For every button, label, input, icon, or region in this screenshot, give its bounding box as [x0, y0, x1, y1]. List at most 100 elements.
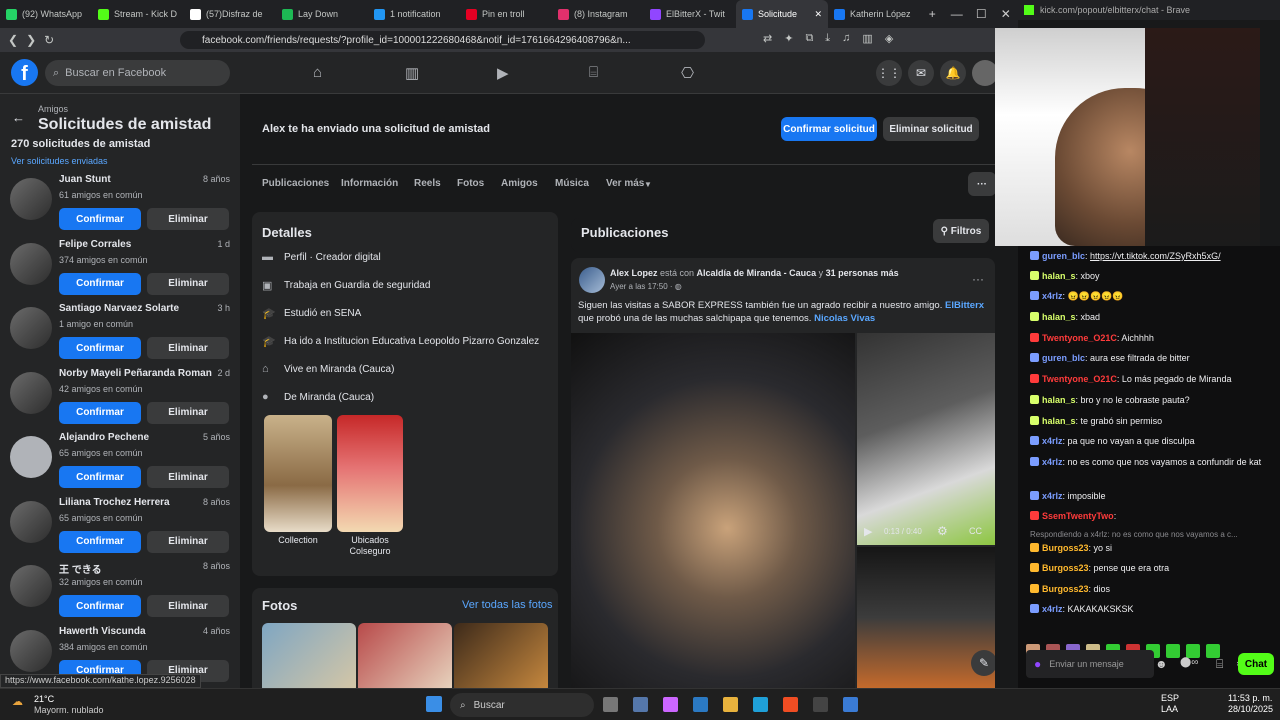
play-icon[interactable]: ▶	[864, 525, 872, 538]
photo-thumbnail[interactable]	[454, 623, 548, 688]
chat-username[interactable]: Burgoss23	[1042, 584, 1089, 594]
edit-icon[interactable]: ✎	[971, 650, 995, 676]
delete-button[interactable]: Eliminar	[147, 530, 229, 553]
explorer-icon[interactable]	[723, 697, 738, 712]
back-arrow-icon[interactable]: ←	[12, 110, 25, 125]
chat-username[interactable]: halan_s	[1042, 416, 1076, 426]
mutual-friends[interactable]: 42 amigos en común	[59, 384, 143, 394]
notifications-icon[interactable]: 🔔	[940, 60, 966, 86]
url-field[interactable]: facebook.com/friends/requests/?profile_i…	[180, 31, 705, 49]
puzzle-icon[interactable]: ⧉	[805, 32, 813, 45]
minimize-icon[interactable]: —	[945, 7, 970, 21]
points-icon[interactable]: ⬤∞	[1180, 657, 1198, 668]
confirm-request-button[interactable]: Confirmar solicitud	[781, 117, 877, 141]
chat-username[interactable]: halan_s	[1042, 271, 1076, 281]
chat-username[interactable]: guren_blc	[1042, 251, 1085, 261]
edge-icon[interactable]	[753, 697, 768, 712]
app-icon[interactable]	[843, 697, 858, 712]
featured-colseguro-image[interactable]	[337, 415, 403, 532]
close-icon[interactable]: ✕	[994, 7, 1019, 21]
sidebar-icon[interactable]: ▥	[862, 32, 872, 45]
captions-icon[interactable]: CC	[969, 526, 982, 536]
profile-tab[interactable]: Música	[555, 178, 589, 189]
browser-tab[interactable]: Lay Down	[276, 0, 368, 28]
settings-icon[interactable]: ⚙	[937, 524, 948, 538]
avatar[interactable]	[10, 307, 52, 349]
app-icon[interactable]	[633, 697, 648, 712]
chat-input[interactable]: ● Enviar un mensaje	[1026, 650, 1154, 678]
emote-icon[interactable]	[1186, 644, 1200, 658]
profile-tab[interactable]: Reels	[414, 178, 441, 189]
confirm-button[interactable]: Confirmar	[59, 401, 141, 424]
chat-username[interactable]: Burgoss23	[1042, 563, 1089, 573]
store-icon[interactable]: ⌸	[1216, 657, 1223, 672]
mutual-friends[interactable]: 65 amigos en común	[59, 513, 143, 523]
facebook-logo[interactable]: f	[11, 59, 38, 86]
video-icon[interactable]: ▶	[497, 64, 509, 82]
mutual-friends[interactable]: 1 amigo en común	[59, 319, 133, 329]
avatar[interactable]	[10, 371, 52, 414]
maximize-icon[interactable]: ☐	[969, 7, 994, 21]
request-name[interactable]: 王 できる	[59, 561, 102, 576]
task-view-icon[interactable]	[603, 697, 618, 712]
post-tag[interactable]: Nicolas Vivas	[814, 313, 875, 324]
browser-tab[interactable]: (57)Disfraz de	[184, 0, 276, 28]
post-place[interactable]: Alcaldía de Miranda - Cauca	[697, 268, 817, 278]
post-author-avatar[interactable]	[579, 267, 605, 293]
chat-username[interactable]: Burgoss23	[1042, 543, 1089, 553]
extension-icon[interactable]: ✦	[784, 32, 793, 45]
browser-tab[interactable]: (8) Instagram	[552, 0, 644, 28]
post-others[interactable]: 31 personas más	[826, 268, 899, 278]
post-author[interactable]: Alex Lopez	[610, 268, 658, 278]
more-options-button[interactable]: ···	[968, 172, 995, 196]
browser-tab[interactable]: Stream - Kick D	[92, 0, 184, 28]
request-name[interactable]: Hawerth Viscunda	[59, 626, 146, 637]
reload-icon[interactable]: ↻	[44, 33, 54, 47]
confirm-button[interactable]: Confirmar	[59, 272, 141, 295]
profile-tab[interactable]: Amigos	[501, 178, 538, 189]
browser-tab[interactable]: Pin en troll	[460, 0, 552, 28]
delete-button[interactable]: Eliminar	[147, 466, 229, 488]
chat-username[interactable]: halan_s	[1042, 395, 1076, 405]
request-name[interactable]: Liliana Trochez Herrera	[59, 497, 170, 508]
post-tag[interactable]: ElBitterx	[945, 300, 984, 311]
music-icon[interactable]: ♫	[842, 32, 850, 45]
request-name[interactable]: Felipe Corrales	[59, 239, 131, 250]
back-icon[interactable]: ❮	[8, 33, 18, 47]
avatar[interactable]	[10, 629, 52, 672]
request-name[interactable]: Alejandro Pechene	[59, 432, 149, 443]
mutual-friends[interactable]: 65 amigos en común	[59, 448, 143, 458]
download-icon[interactable]: ⤓	[825, 32, 830, 45]
photo-thumbnail[interactable]	[358, 623, 452, 688]
brave-icon[interactable]	[783, 697, 798, 712]
delete-button[interactable]: Eliminar	[147, 208, 229, 230]
delete-request-button[interactable]: Eliminar solicitud	[883, 117, 979, 141]
delete-button[interactable]: Eliminar	[147, 337, 229, 359]
chat-username[interactable]: x4rlz	[1042, 291, 1063, 301]
browser-tab[interactable]: 1 notification	[368, 0, 460, 28]
browser-tab[interactable]: Katherin López	[828, 0, 920, 28]
new-tab-button[interactable]: +	[920, 7, 945, 21]
marketplace-icon[interactable]: ⌸	[589, 64, 598, 81]
wallet-icon[interactable]: ◈	[885, 32, 893, 45]
sent-requests-link[interactable]: Ver solicitudes enviadas	[11, 156, 108, 166]
menu-grid-icon[interactable]: ⋮⋮	[876, 60, 902, 86]
messenger-icon[interactable]: ✉	[908, 60, 934, 86]
emote-icon[interactable]	[1206, 644, 1220, 658]
emoji-icon[interactable]: ☻	[1155, 657, 1168, 671]
request-name[interactable]: Santiago Narvaez Solarte	[59, 303, 179, 314]
mutual-friends[interactable]: 32 amigos en común	[59, 577, 143, 587]
language[interactable]: ESP	[1161, 693, 1179, 703]
chat-username[interactable]: x4rlz	[1042, 491, 1063, 501]
avatar[interactable]	[10, 436, 52, 478]
confirm-button[interactable]: Confirmar	[59, 208, 141, 230]
close-tab-icon[interactable]: ✕	[814, 9, 822, 20]
mutual-friends[interactable]: 384 amigos en común	[59, 642, 148, 652]
chat-username[interactable]: Twentyone_O21C	[1042, 374, 1117, 384]
translate-icon[interactable]: ⇄	[763, 32, 772, 45]
chat-username[interactable]: x4rlz	[1042, 457, 1063, 467]
forward-icon[interactable]: ❯	[26, 33, 36, 47]
mic-icon[interactable]: ●	[1034, 657, 1041, 671]
chat-username[interactable]: guren_blc	[1042, 353, 1085, 363]
confirm-button[interactable]: Confirmar	[59, 337, 141, 359]
